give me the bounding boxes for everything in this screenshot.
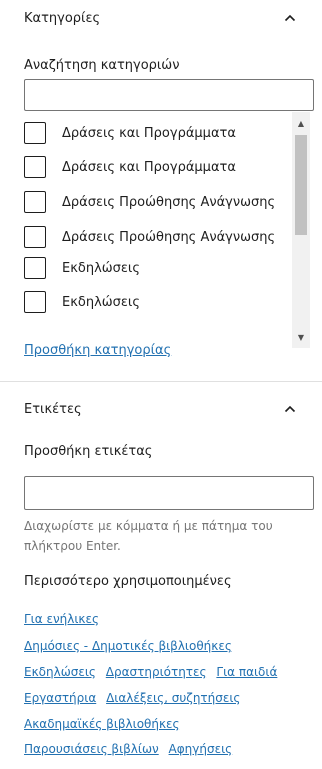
tag-link[interactable]: Παρουσιάσεις βιβλίων [24, 742, 159, 756]
add-category-link-wrap: Προσθήκη κατηγορίας [24, 343, 171, 358]
category-label: Δράσεις Προώθησης Ανάγνωσης [62, 194, 276, 210]
tag-line: Εργαστήρια Διαλέξεις, συζητήσεις [24, 691, 246, 705]
tags-header[interactable]: Ετικέτες [24, 399, 298, 419]
tag-line: Παρουσιάσεις βιβλίων Αφηγήσεις [24, 742, 238, 756]
chevron-up-icon[interactable] [282, 10, 298, 26]
category-list-scrollbar[interactable]: ▲ ▼ [292, 112, 310, 348]
tag-link[interactable]: Αφηγήσεις [169, 742, 233, 756]
tag-line: Ακαδημαϊκές βιβλιοθήκες [24, 717, 186, 731]
tag-line: Δημόσιες - Δημοτικές βιβλιοθήκες [24, 639, 238, 653]
tag-link[interactable]: Ακαδημαϊκές βιβλιοθήκες [24, 717, 180, 731]
category-checkbox[interactable] [24, 291, 46, 313]
most-used-tags-title: Περισσότερο χρησιμοποιημένες [24, 574, 232, 589]
tag-link[interactable]: Εκδηλώσεις [24, 665, 96, 679]
categories-panel: Κατηγορίες Αναζήτηση κατηγοριών Δράσεις … [0, 0, 322, 381]
add-tag-label: Προσθήκη ετικέτας [24, 444, 153, 459]
category-checkbox[interactable] [24, 156, 46, 178]
add-tag-input[interactable] [24, 476, 314, 510]
scroll-up-arrow-icon[interactable]: ▲ [292, 114, 310, 132]
category-item[interactable]: Εκδηλώσεις [24, 257, 140, 279]
category-checkbox[interactable] [24, 257, 46, 279]
tags-panel: Ετικέτες Προσθήκη ετικέτας Διαχωρίστε με… [0, 382, 322, 769]
category-label: Δράσεις και Προγράμματα [62, 125, 236, 141]
category-checkbox[interactable] [24, 191, 46, 213]
category-item[interactable]: Δράσεις Προώθησης Ανάγνωσης [24, 191, 275, 213]
categories-header[interactable]: Κατηγορίες [24, 8, 298, 28]
category-label: Δράσεις Προώθησης Ανάγνωσης [62, 229, 276, 245]
category-checkbox[interactable] [24, 226, 46, 248]
category-list: Δράσεις και Προγράμματα Δράσεις και Προγ… [24, 112, 314, 348]
category-search-label: Αναζήτηση κατηγοριών [24, 58, 180, 73]
tag-link[interactable]: Διαλέξεις, συζητήσεις [106, 691, 240, 705]
tag-help-text: Διαχωρίστε με κόμματα ή με πάτημα του πλ… [24, 519, 273, 553]
category-checkbox[interactable] [24, 122, 46, 144]
category-item[interactable]: Εκδηλώσεις [24, 291, 140, 313]
tag-link[interactable]: Δημόσιες - Δημοτικές βιβλιοθήκες [24, 639, 232, 653]
tags-title: Ετικέτες [24, 401, 82, 417]
category-label: Δράσεις και Προγράμματα [62, 159, 236, 175]
add-category-link[interactable]: Προσθήκη κατηγορίας [24, 343, 171, 358]
category-item[interactable]: Δράσεις και Προγράμματα [24, 156, 236, 178]
category-search-input[interactable] [24, 79, 314, 111]
category-item[interactable]: Δράσεις και Προγράμματα [24, 122, 236, 144]
categories-title: Κατηγορίες [24, 10, 101, 26]
tag-link[interactable]: Για παιδιά [216, 665, 277, 679]
scrollbar-thumb[interactable] [295, 135, 307, 235]
category-label: Εκδηλώσεις [62, 294, 140, 310]
category-item[interactable]: Δράσεις Προώθησης Ανάγνωσης [24, 226, 275, 248]
tag-line: Για ενήλικες [24, 612, 105, 626]
tag-link[interactable]: Για ενήλικες [24, 612, 99, 626]
category-label: Εκδηλώσεις [62, 260, 140, 276]
scroll-down-arrow-icon[interactable]: ▼ [292, 328, 310, 346]
tag-line: Εκδηλώσεις Δραστηριότητες Για παιδιά [24, 665, 283, 679]
chevron-up-icon[interactable] [282, 401, 298, 417]
tag-link[interactable]: Δραστηριότητες [106, 665, 207, 679]
tag-link[interactable]: Εργαστήρια [24, 691, 96, 705]
